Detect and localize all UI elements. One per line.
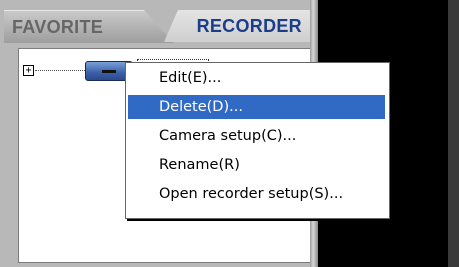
expand-icon[interactable]: + <box>23 65 34 76</box>
tab-favorite-label: FAVORITE <box>12 16 104 37</box>
tab-favorite[interactable]: FAVORITE <box>4 10 174 43</box>
menu-item-rename[interactable]: Rename(R) <box>128 153 385 177</box>
context-menu: Edit(E)... Delete(D)... Camera setup(C).… <box>125 62 390 219</box>
tab-recorder[interactable]: RECORDER <box>164 10 310 42</box>
right-edge-border <box>448 0 459 267</box>
menu-item-open-recorder-setup[interactable]: Open recorder setup(S)... <box>128 182 385 206</box>
tab-bar: FAVORITE RECORDER <box>4 4 310 46</box>
menu-item-edit[interactable]: Edit(E)... <box>128 66 385 90</box>
tree-connector-line <box>35 70 85 71</box>
menu-item-camera-setup[interactable]: Camera setup(C)... <box>128 124 385 148</box>
tab-recorder-label: RECORDER <box>196 15 302 36</box>
menu-item-delete[interactable]: Delete(D)... <box>128 95 385 119</box>
